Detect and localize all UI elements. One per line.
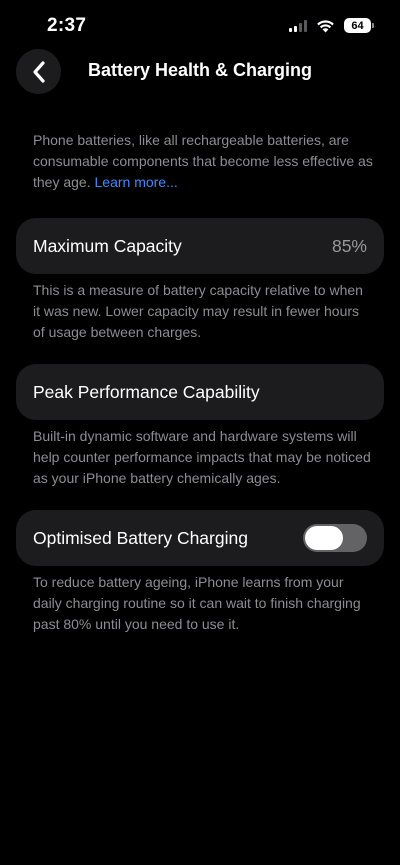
status-bar: 2:37 64 [0,0,400,52]
signal-icon [289,19,307,32]
optimised-charging-row: Optimised Battery Charging [16,510,384,566]
maximum-capacity-row: Maximum Capacity 85% [16,218,384,274]
intro-text: Phone batteries, like all rechargeable b… [33,130,373,193]
optimised-charging-label: Optimised Battery Charging [33,527,248,548]
peak-performance-label: Peak Performance Capability [33,381,260,402]
battery-icon: 64 [344,18,374,33]
maximum-capacity-label: Maximum Capacity [33,235,182,256]
wifi-icon [317,19,334,32]
peak-performance-footnote: Built-in dynamic software and hardware s… [33,428,371,486]
status-icons: 64 [289,18,374,33]
optimised-charging-footnote: To reduce battery ageing, iPhone learns … [33,574,361,632]
intro-description: Phone batteries, like all rechargeable b… [33,132,373,190]
page-title: Battery Health & Charging [0,60,400,81]
battery-percent: 64 [344,18,371,33]
toggle-knob [305,526,343,550]
peak-performance-row: Peak Performance Capability [16,364,384,420]
maximum-capacity-footnote: This is a measure of battery capacity re… [33,282,363,340]
learn-more-link[interactable]: Learn more... [95,174,178,190]
status-time: 2:37 [47,15,87,36]
optimised-charging-toggle[interactable] [303,524,367,552]
maximum-capacity-value: 85% [331,235,367,256]
page-title-text: Battery Health & Charging [87,60,313,80]
